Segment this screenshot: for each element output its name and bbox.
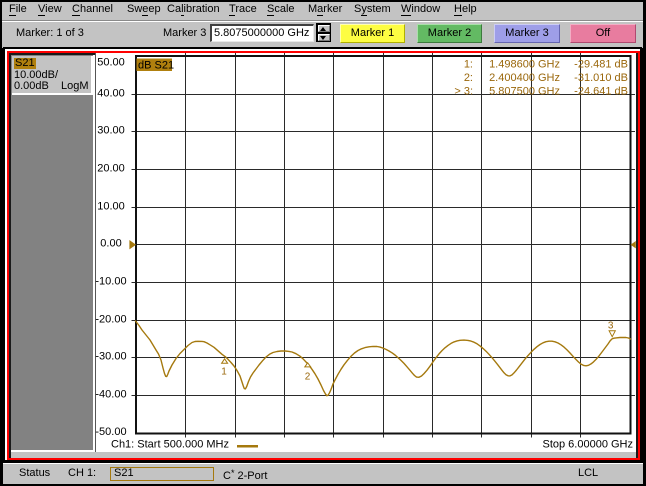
svg-text:Ch1: Start 500.000 MHz: Ch1: Start 500.000 MHz — [111, 439, 229, 451]
svg-text:50.00: 50.00 — [97, 57, 125, 69]
svg-text:1: 1 — [221, 367, 227, 378]
svg-text:40.00: 40.00 — [97, 87, 125, 99]
svg-text:Stop 6.00000 GHz: Stop 6.00000 GHz — [542, 439, 633, 451]
svg-text:10.00: 10.00 — [97, 200, 125, 212]
svg-text:1.498600 GHz: 1.498600 GHz — [489, 59, 560, 71]
svg-text:-10.00: -10.00 — [95, 275, 126, 287]
svg-text:-50.00: -50.00 — [95, 426, 126, 438]
svg-text:dB S21: dB S21 — [138, 60, 174, 72]
svg-text:3: 3 — [608, 321, 614, 332]
svg-text:-40.00: -40.00 — [95, 388, 126, 400]
svg-text:20.00: 20.00 — [97, 162, 125, 174]
svg-text:2: 2 — [305, 372, 311, 383]
svg-text:> 3:: > 3: — [454, 86, 473, 98]
svg-text:2.400400 GHz: 2.400400 GHz — [489, 72, 560, 84]
svg-text:1:: 1: — [464, 59, 473, 71]
svg-text:0.00: 0.00 — [100, 237, 121, 249]
svg-text:-31.010 dB: -31.010 dB — [574, 72, 628, 84]
svg-text:30.00: 30.00 — [97, 124, 125, 136]
svg-text:2:: 2: — [464, 72, 473, 84]
svg-text:-30.00: -30.00 — [95, 350, 126, 362]
svg-text:-29.481 dB: -29.481 dB — [574, 59, 628, 71]
svg-text:5.807500 GHz: 5.807500 GHz — [489, 86, 560, 98]
svg-text:-24.641 dB: -24.641 dB — [574, 86, 628, 98]
svg-text:-20.00: -20.00 — [95, 313, 126, 325]
